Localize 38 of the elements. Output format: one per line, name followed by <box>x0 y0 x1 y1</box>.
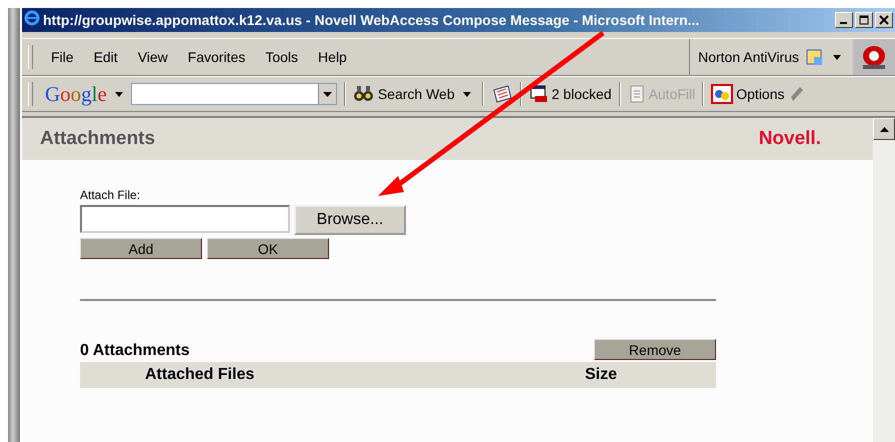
newspaper-icon[interactable] <box>490 84 513 104</box>
field-label: Attach File: <box>80 188 142 202</box>
menu-item[interactable]: Edit <box>84 49 128 65</box>
close-button[interactable] <box>875 12 893 28</box>
file-input-field[interactable] <box>80 205 290 233</box>
caret-icon[interactable] <box>322 92 332 96</box>
binoculars-icon[interactable] <box>352 84 375 104</box>
toolbar-button[interactable]: 2 blocked <box>528 84 612 104</box>
maximize-icon[interactable] <box>859 15 869 25</box>
page-title: Attachments <box>40 128 156 150</box>
shield-icon <box>805 48 823 66</box>
popup-window-icon[interactable] <box>528 84 549 104</box>
form-button[interactable]: OK <box>207 238 329 259</box>
minimize-button[interactable] <box>835 12 853 28</box>
menu-item[interactable]: Favorites <box>178 49 256 65</box>
column-header: Size <box>585 366 618 384</box>
caret-icon[interactable] <box>880 126 888 132</box>
google-logo[interactable]: Google <box>45 82 107 106</box>
remove-button[interactable]: Remove <box>594 339 716 360</box>
attachment-count: 0 Attachments <box>80 342 190 360</box>
toolbar-button[interactable]: Options <box>711 84 784 104</box>
search-field[interactable] <box>130 83 337 105</box>
toolbar-button[interactable]: Search Web <box>352 84 455 104</box>
menu-item[interactable]: File <box>41 49 84 65</box>
scroll-up-button[interactable] <box>873 118 895 140</box>
column-header: Attached Files <box>145 366 256 384</box>
window-title: http://groupwise.appomattox.k12.va.us - Novell WebAccess Compose Message - Microsoft Intern... <box>43 12 700 28</box>
browse-button[interactable]: Browse... <box>294 205 406 235</box>
novell-logo: Novell. <box>758 128 821 150</box>
close-icon[interactable] <box>879 15 889 25</box>
scrollbar[interactable] <box>873 118 895 442</box>
menu-item[interactable]: View <box>128 49 178 65</box>
options-icon[interactable] <box>711 84 734 104</box>
maximize-button[interactable] <box>855 12 873 28</box>
form-button[interactable]: Add <box>80 238 202 259</box>
toolbar-label: Norton AntiVirus <box>698 49 799 65</box>
menu-item[interactable]: Tools <box>255 49 308 65</box>
menu-item[interactable]: Help <box>308 49 357 65</box>
